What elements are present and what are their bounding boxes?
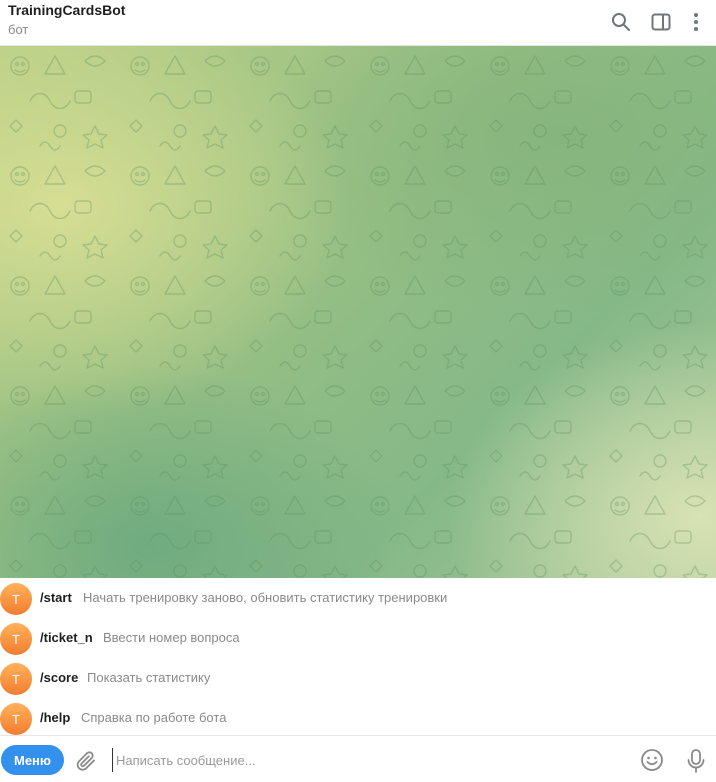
command-item-score[interactable]: T /score Показать статистику	[0, 658, 716, 698]
command-description: Справка по работе бота	[81, 710, 227, 725]
command-name: /start	[40, 590, 72, 605]
command-description: Показать статистику	[87, 670, 211, 685]
bot-avatar: T	[0, 663, 32, 695]
bot-avatar: T	[0, 623, 32, 655]
sidebar-toggle-icon[interactable]	[647, 8, 675, 36]
command-description: Ввести номер вопроса	[103, 630, 240, 645]
bot-avatar: T	[0, 703, 32, 735]
chat-wallpaper	[0, 46, 716, 578]
paperclip-icon[interactable]	[74, 749, 98, 773]
command-item-ticket[interactable]: T /ticket_n Ввести номер вопроса	[0, 618, 716, 658]
command-name: /ticket_n	[40, 630, 93, 645]
command-name: /help	[40, 710, 71, 725]
chat-header: TrainingCardsBot бот	[0, 0, 716, 46]
message-input[interactable]	[112, 748, 626, 772]
emoji-icon[interactable]	[640, 748, 664, 772]
wallpaper-doodles	[0, 46, 716, 578]
command-item-help[interactable]: T /help Справка по работе бота	[0, 698, 716, 738]
search-icon[interactable]	[607, 8, 635, 36]
message-composer: Меню	[0, 736, 716, 782]
bot-avatar: T	[0, 583, 32, 615]
chat-title[interactable]: TrainingCardsBot	[8, 2, 125, 18]
command-description: Начать тренировку заново, обновить стати…	[83, 590, 448, 605]
more-vert-icon[interactable]	[682, 8, 710, 36]
command-name: /score	[40, 670, 79, 685]
chat-subtitle: бот	[8, 22, 29, 37]
command-item-start[interactable]: T /start Начать тренировку заново, обнов…	[0, 578, 716, 618]
microphone-icon[interactable]	[685, 748, 707, 774]
menu-button[interactable]: Меню	[1, 745, 64, 775]
bot-commands-list: T /start Начать тренировку заново, обнов…	[0, 578, 716, 736]
